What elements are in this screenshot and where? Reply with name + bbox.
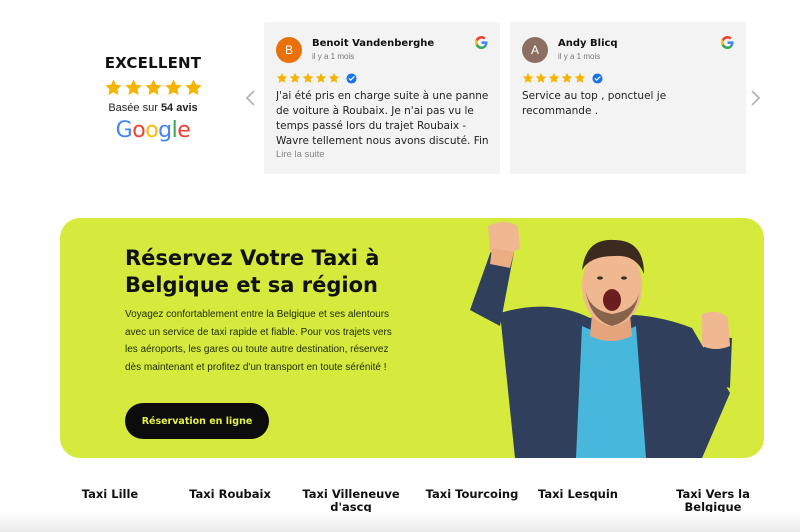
star-icon xyxy=(104,78,123,97)
carousel-prev-icon[interactable] xyxy=(244,88,258,108)
review-text: J'ai été pris en charge suite à une pann… xyxy=(276,90,489,147)
rating-based-prefix: Basée sur xyxy=(108,102,158,114)
rating-count: 54 avis xyxy=(160,102,198,114)
star-icon xyxy=(548,72,560,84)
taxi-link-lille[interactable]: Taxi Lille xyxy=(55,488,165,501)
star-icon xyxy=(124,78,143,97)
taxi-link-roubaix[interactable]: Taxi Roubaix xyxy=(175,488,285,501)
verified-badge-icon xyxy=(592,73,603,84)
taxi-link-lesquin[interactable]: Taxi Lesquin xyxy=(523,488,633,501)
rating-stars xyxy=(90,78,216,97)
star-icon xyxy=(302,72,314,84)
google-icon xyxy=(475,36,488,49)
star-icon xyxy=(328,72,340,84)
star-icon xyxy=(184,78,203,97)
avatar: A xyxy=(522,37,548,63)
read-more-link[interactable]: Lire la suite xyxy=(276,149,325,160)
verified-badge-icon xyxy=(346,73,357,84)
star-icon xyxy=(315,72,327,84)
star-icon xyxy=(144,78,163,97)
reviewer-name: Andy Blicq xyxy=(558,38,618,49)
hero-title: Réservez Votre Taxi à Belgique et sa rég… xyxy=(125,246,380,297)
star-icon xyxy=(574,72,586,84)
hero-description: Voyagez confortablement entre la Belgiqu… xyxy=(125,309,392,373)
reservation-button[interactable]: Réservation en ligne xyxy=(125,403,269,439)
rating-summary: EXCELLENT Basée sur 54 avis Google xyxy=(90,54,216,143)
review-stars xyxy=(522,72,603,84)
star-icon xyxy=(535,72,547,84)
taxi-link-tourcoing[interactable]: Taxi Tourcoing xyxy=(417,488,527,501)
taxi-link-villeneuve-dascq[interactable]: Taxi Villeneuve d'ascq xyxy=(296,488,406,514)
taxi-link-vers-la-belgique[interactable]: Taxi Vers la Belgique xyxy=(658,488,768,514)
reviewer-name: Benoit Vandenberghe xyxy=(312,38,435,49)
hero-banner: Réservez Votre Taxi à Belgique et sa rég… xyxy=(60,218,764,458)
carousel-next-icon[interactable] xyxy=(748,88,762,108)
google-icon xyxy=(721,36,734,49)
bottom-divider xyxy=(0,512,800,532)
review-card: B Benoit Vandenberghe il y a 1 mois J'ai… xyxy=(264,22,500,174)
rating-title: EXCELLENT xyxy=(104,54,202,72)
cheering-man-photo xyxy=(470,222,732,458)
avatar: B xyxy=(276,37,302,63)
google-logo: Google xyxy=(115,118,191,143)
star-icon xyxy=(164,78,183,97)
star-icon xyxy=(561,72,573,84)
star-icon xyxy=(289,72,301,84)
review-time: il y a 1 mois xyxy=(558,52,601,61)
review-text: Service au top , ponctuel je recommande … xyxy=(522,90,667,117)
review-card: A Andy Blicq il y a 1 mois Service au to… xyxy=(510,22,746,174)
review-time: il y a 1 mois xyxy=(312,52,355,61)
review-stars xyxy=(276,72,357,84)
star-icon xyxy=(522,72,534,84)
star-icon xyxy=(276,72,288,84)
rating-based-on: Basée sur 54 avis xyxy=(90,102,216,114)
